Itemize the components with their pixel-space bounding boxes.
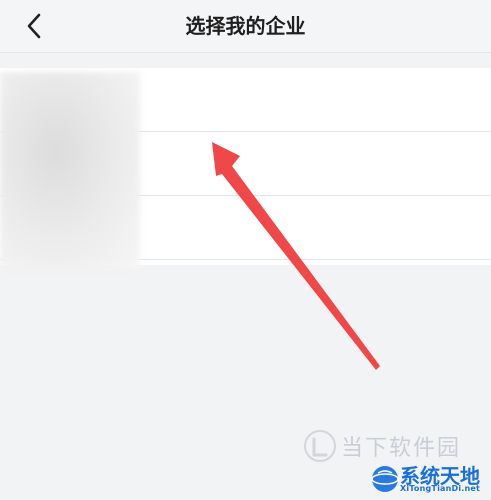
watermark-sub-text: XiTongTianDi.net: [400, 484, 481, 493]
globe-icon: [371, 466, 399, 492]
watermark-logo-icon: [304, 430, 336, 462]
page-title: 选择我的企业: [185, 14, 306, 38]
blurred-company-logo: [0, 72, 140, 268]
navigation-bar: 选择我的企业: [0, 0, 491, 53]
watermark-xitongtiandi: 系统天地 XiTongTianDi.net: [370, 458, 488, 498]
